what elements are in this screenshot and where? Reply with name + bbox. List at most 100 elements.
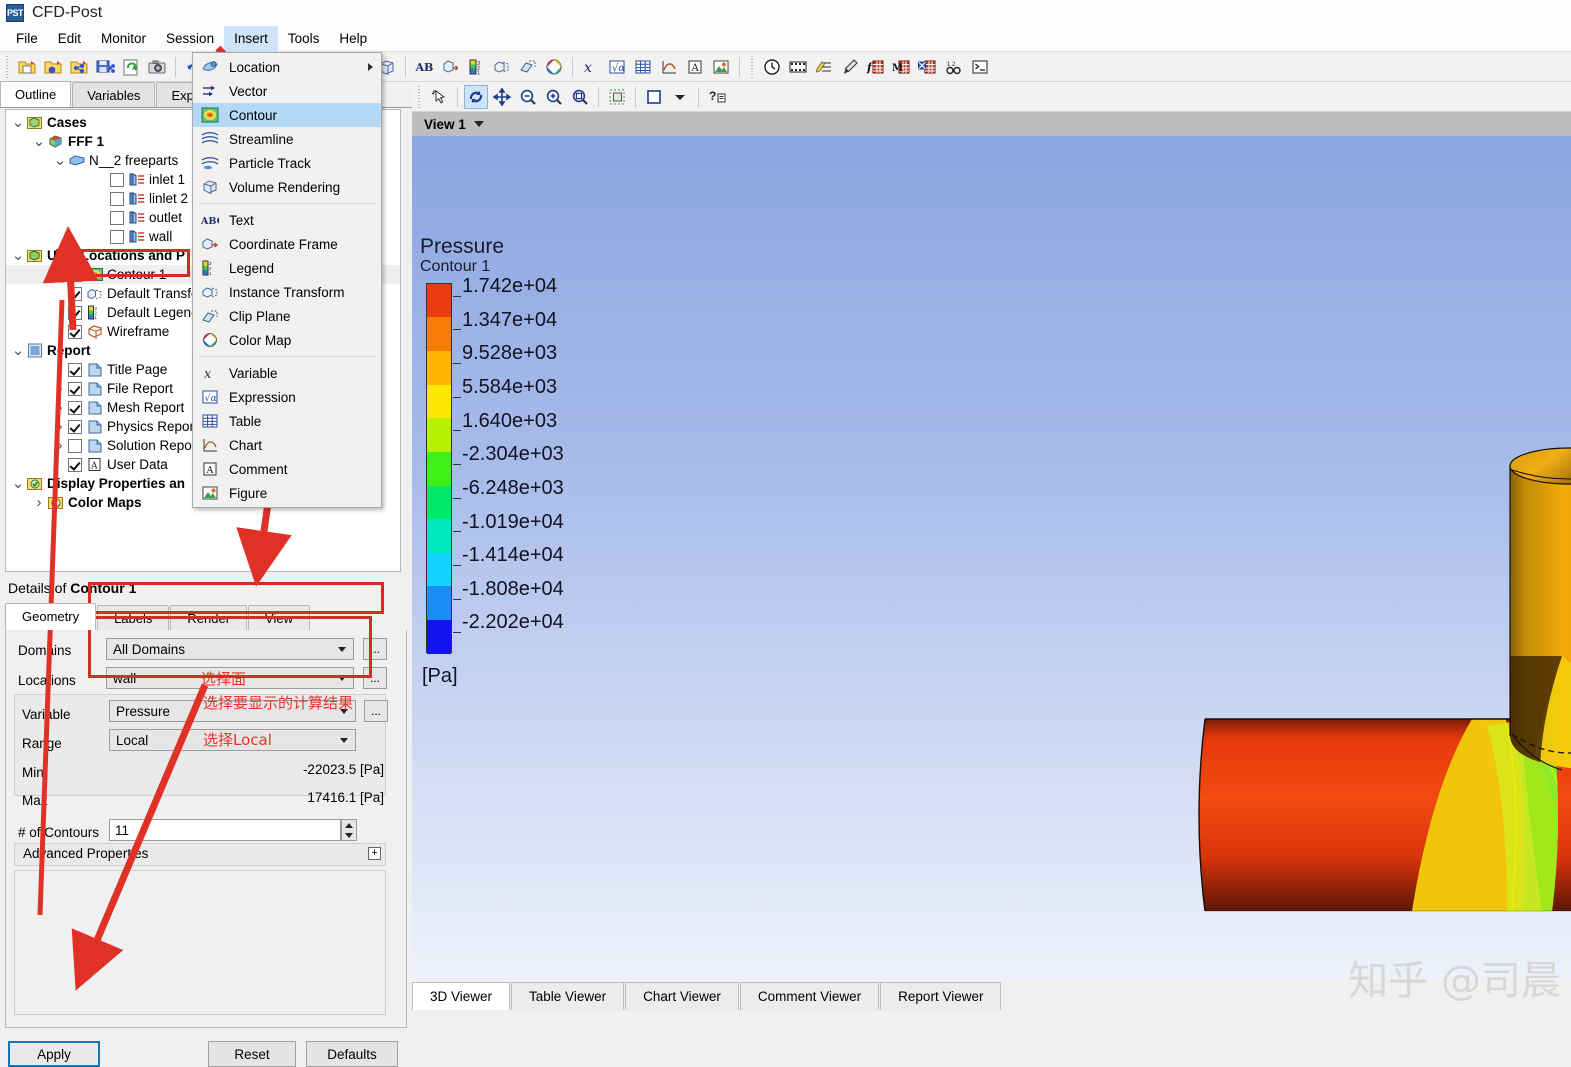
domains-browse-button[interactable]: ... xyxy=(363,638,387,660)
chevron-right-icon[interactable]: › xyxy=(52,399,68,416)
apply-button[interactable]: Apply xyxy=(8,1041,100,1067)
dropdown-icon[interactable] xyxy=(668,85,692,109)
refresh-icon[interactable] xyxy=(119,55,143,79)
pan-icon[interactable] xyxy=(490,85,514,109)
color-map-icon[interactable] xyxy=(542,55,566,79)
menu-item-coordinate-frame[interactable]: Coordinate Frame xyxy=(193,232,381,256)
locations-browse-button[interactable]: ... xyxy=(363,667,387,689)
menu-item-chart[interactable]: Chart xyxy=(193,433,381,457)
variable-icon[interactable]: x xyxy=(579,55,603,79)
menu-tools[interactable]: Tools xyxy=(278,26,330,51)
contours-input[interactable]: 11 xyxy=(109,819,341,841)
figure-icon[interactable] xyxy=(709,55,733,79)
chevron-down-icon[interactable]: ⌄ xyxy=(10,115,26,130)
viewer-toolbar-grip[interactable] xyxy=(416,85,424,108)
menu-item-instance-transform[interactable]: Instance Transform xyxy=(193,280,381,304)
zoom-box-icon[interactable] xyxy=(568,85,592,109)
menu-insert[interactable]: Insert xyxy=(224,26,278,51)
command-editor-icon[interactable] xyxy=(968,55,992,79)
tree-checkbox[interactable] xyxy=(110,210,124,225)
stepper-down-icon[interactable] xyxy=(345,832,353,838)
variable-browse-button[interactable]: ... xyxy=(364,700,388,722)
expression-icon[interactable]: √α xyxy=(605,55,629,79)
tab-outline[interactable]: Outline xyxy=(0,81,72,107)
open-state-icon[interactable] xyxy=(67,55,91,79)
tab-geometry[interactable]: Geometry xyxy=(5,603,97,630)
menu-item-text[interactable]: ABC Text xyxy=(193,208,381,232)
menu-item-clip-plane[interactable]: Clip Plane xyxy=(193,304,381,328)
menu-item-streamline[interactable]: Streamline xyxy=(193,127,381,151)
tree-checkbox[interactable] xyxy=(68,267,82,282)
timestep-icon[interactable] xyxy=(760,55,784,79)
menu-item-location[interactable]: Location xyxy=(193,55,381,79)
tab-labels[interactable]: Labels xyxy=(97,605,170,630)
menu-item-vector[interactable]: Vector xyxy=(193,79,381,103)
insert-menu[interactable]: Location Vector Contour Streamline Particle … xyxy=(192,52,382,508)
menu-item-expression[interactable]: √α Expression xyxy=(193,385,381,409)
menu-help[interactable]: Help xyxy=(329,26,377,51)
tree-checkbox[interactable] xyxy=(68,438,82,453)
probe-icon[interactable] xyxy=(838,55,862,79)
tab-chart-viewer[interactable]: Chart Viewer xyxy=(625,982,739,1010)
chevron-down-icon[interactable]: ⌄ xyxy=(31,134,47,149)
animation-icon[interactable] xyxy=(786,55,810,79)
tree-checkbox[interactable] xyxy=(68,457,82,472)
macro-icon[interactable] xyxy=(812,55,836,79)
load-results-icon[interactable] xyxy=(41,55,65,79)
function-calculator-icon[interactable]: f xyxy=(864,55,888,79)
chevron-down-icon[interactable]: ⌄ xyxy=(52,153,68,168)
menu-file[interactable]: File xyxy=(6,26,48,51)
tab-render[interactable]: Render xyxy=(170,605,248,630)
tree-checkbox[interactable] xyxy=(68,286,82,301)
stepper-up-icon[interactable] xyxy=(345,822,353,828)
tree-checkbox[interactable] xyxy=(68,400,82,415)
tab-comment-viewer[interactable]: Comment Viewer xyxy=(739,982,880,1010)
tree-checkbox[interactable] xyxy=(68,324,82,339)
view-chevron-down-icon[interactable] xyxy=(473,121,484,127)
tree-checkbox[interactable] xyxy=(68,381,82,396)
expand-plus-icon[interactable]: + xyxy=(368,847,381,860)
menu-item-variable[interactable]: x Variable xyxy=(193,361,381,385)
menu-session[interactable]: Session xyxy=(156,26,224,51)
mesh-calculator-icon[interactable] xyxy=(916,55,940,79)
tab-3d-viewer[interactable]: 3D Viewer xyxy=(412,982,511,1010)
menu-item-particle-track[interactable]: Particle Track xyxy=(193,151,381,175)
table-icon[interactable] xyxy=(631,55,655,79)
chevron-right-icon[interactable]: › xyxy=(52,418,68,435)
help-icon[interactable]: ? xyxy=(705,85,729,109)
open-case-icon[interactable] xyxy=(15,55,39,79)
legend-icon[interactable]: 321 xyxy=(464,55,488,79)
tree-checkbox[interactable] xyxy=(110,191,124,206)
coordinate-frame-icon[interactable] xyxy=(438,55,462,79)
zoom-in-icon[interactable] xyxy=(542,85,566,109)
save-state-icon[interactable] xyxy=(93,55,117,79)
macro-calculator-icon[interactable]: M xyxy=(890,55,914,79)
menu-item-contour[interactable]: Contour xyxy=(193,103,381,127)
3d-canvas[interactable]: Pressure Contour 1 1.742e+04 1.347e+04 9.5… xyxy=(412,136,1571,978)
clip-plane-icon[interactable] xyxy=(516,55,540,79)
menu-item-color-map[interactable]: Color Map xyxy=(193,328,381,352)
menu-item-table[interactable]: Table xyxy=(193,409,381,433)
tree-checkbox[interactable] xyxy=(68,305,82,320)
menu-item-comment[interactable]: A Comment xyxy=(193,457,381,481)
comment-icon[interactable]: A xyxy=(683,55,707,79)
tree-checkbox[interactable] xyxy=(110,172,124,187)
chevron-right-icon[interactable]: › xyxy=(31,494,47,511)
tab-table-viewer[interactable]: Table Viewer xyxy=(511,982,625,1010)
menu-item-volume-rendering[interactable]: Volume Rendering xyxy=(193,175,381,199)
fit-view-icon[interactable] xyxy=(605,85,629,109)
text-icon[interactable]: ABC xyxy=(412,55,436,79)
menu-item-legend[interactable]: 3 2 1 Legend xyxy=(193,256,381,280)
chart-icon[interactable] xyxy=(657,55,681,79)
toolbar-grip[interactable] xyxy=(4,55,12,78)
tree-checkbox[interactable] xyxy=(68,362,82,377)
menu-monitor[interactable]: Monitor xyxy=(91,26,156,51)
defaults-button[interactable]: Defaults xyxy=(306,1041,398,1067)
view-tab-row[interactable]: View 1 xyxy=(412,112,1571,136)
menu-item-figure[interactable]: Figure xyxy=(193,481,381,505)
domains-combo[interactable]: All Domains xyxy=(106,638,354,660)
chevron-down-icon[interactable]: ⌄ xyxy=(10,343,26,358)
rotate-icon[interactable] xyxy=(464,84,488,109)
turbo-icon[interactable]: 1 2 xyxy=(942,55,966,79)
menu-edit[interactable]: Edit xyxy=(48,26,91,51)
